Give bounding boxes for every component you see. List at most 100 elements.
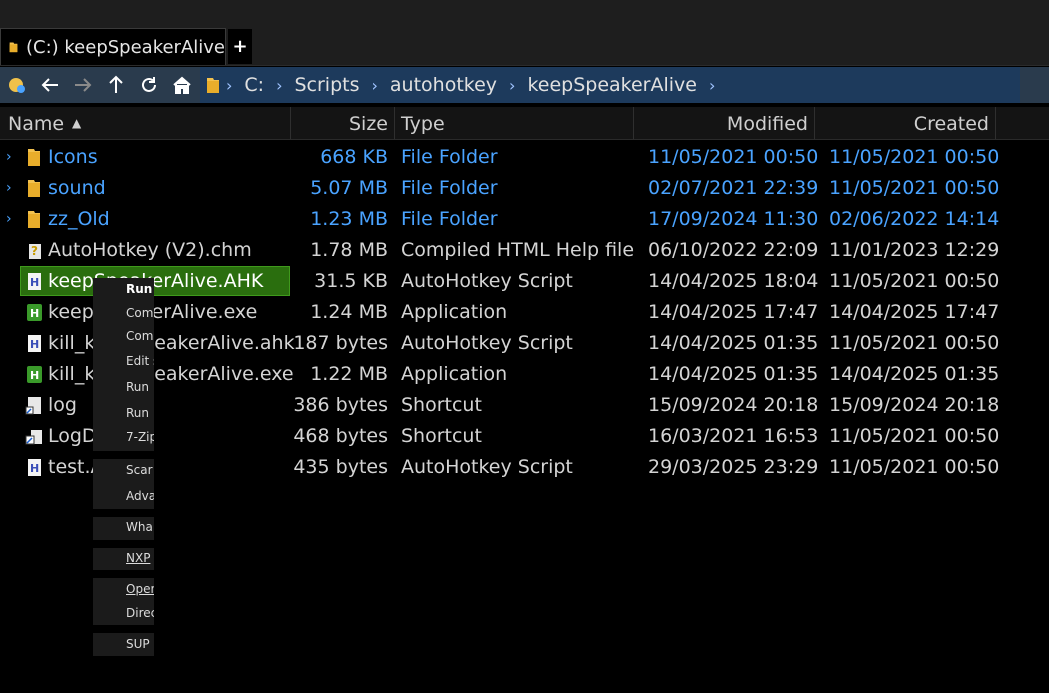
file-created: 11/01/2023 12:29	[829, 239, 1000, 261]
column-modified-header[interactable]: Modified	[634, 107, 815, 139]
file-size: 668 KB	[320, 146, 388, 168]
new-tab-button[interactable]: +	[228, 29, 252, 64]
chevron-right-icon[interactable]: ›	[276, 76, 282, 95]
file-type: AutoHotkey Script	[401, 332, 573, 354]
forward-arrow-icon[interactable]	[66, 67, 99, 103]
column-type-label: Type	[401, 113, 445, 135]
list-item[interactable]: ? AutoHotkey (V2).chm 1.78 MB Compiled H…	[0, 235, 1049, 266]
list-item[interactable]: H test.A 435 bytes AutoHotkey Script 29/…	[0, 452, 1049, 483]
menu-item[interactable]: Com	[93, 325, 154, 347]
refresh-icon[interactable]	[132, 67, 165, 103]
list-item[interactable]: log 386 bytes Shortcut 15/09/2024 20:18 …	[0, 390, 1049, 421]
chevron-right-icon[interactable]: ›	[226, 76, 232, 95]
up-arrow-icon[interactable]	[99, 67, 132, 103]
menu-item-run[interactable]: Run	[93, 278, 154, 300]
menu-item-7zip[interactable]: 7-Zip	[93, 426, 154, 448]
file-type: Application	[401, 301, 508, 323]
column-header: Name ▲ Size Type Modified Created	[0, 107, 1049, 140]
column-type-header[interactable]: Type	[395, 107, 634, 139]
chevron-right-icon[interactable]: ›	[509, 76, 515, 95]
file-modified: 11/05/2021 00:50	[648, 146, 819, 168]
file-created: 02/06/2022 14:14	[829, 208, 1000, 230]
svg-text:H: H	[30, 462, 39, 475]
file-modified: 14/04/2025 18:04	[648, 270, 819, 292]
column-modified-label: Modified	[726, 113, 808, 135]
menu-item[interactable]: Com	[93, 302, 154, 324]
file-size: 1.22 MB	[310, 363, 388, 385]
ahk-exe-icon: H	[27, 366, 42, 383]
chevron-right-icon[interactable]: ›	[6, 142, 20, 173]
breadcrumb-autohotkey[interactable]: autohotkey	[390, 74, 497, 96]
file-created: 11/05/2021 00:50	[829, 332, 1000, 354]
file-size: 435 bytes	[293, 456, 388, 478]
menu-item-advanced[interactable]: Adva	[93, 485, 154, 507]
menu-item[interactable]: Run	[93, 402, 154, 424]
file-modified: 14/04/2025 01:35	[648, 363, 819, 385]
file-created: 14/04/2025 01:35	[829, 363, 1000, 385]
list-item[interactable]: H kill_keepSpeakerAlive.ahk 187 bytes Au…	[0, 328, 1049, 359]
menu-item-directory[interactable]: Direc	[93, 602, 154, 624]
menu-item-edit[interactable]: Edit s	[93, 350, 154, 372]
column-created-header[interactable]: Created	[815, 107, 996, 139]
list-item[interactable]: › zz_Old 1.23 MB File Folder 17/09/2024 …	[0, 204, 1049, 235]
chevron-right-icon[interactable]: ›	[6, 204, 20, 235]
file-name: sound	[48, 177, 106, 199]
breadcrumb-scripts[interactable]: Scripts	[294, 74, 359, 96]
file-size: 1.78 MB	[310, 239, 388, 261]
list-item[interactable]: › Icons 668 KB File Folder 11/05/2021 00…	[0, 142, 1049, 173]
file-type: File Folder	[401, 177, 498, 199]
file-size: 187 bytes	[293, 332, 388, 354]
file-name: kill_keepSpeakerAlive.exe	[48, 363, 294, 385]
file-created: 14/04/2025 17:47	[829, 301, 1000, 323]
file-type: Shortcut	[401, 394, 482, 416]
file-type: AutoHotkey Script	[401, 270, 573, 292]
file-size: 468 bytes	[293, 425, 388, 447]
menu-item[interactable]: Run	[93, 376, 154, 398]
file-type: Compiled HTML Help file	[401, 239, 635, 261]
svg-text:H: H	[30, 369, 39, 382]
file-created: 11/05/2021 00:50	[829, 425, 1000, 447]
file-name: log	[48, 394, 77, 416]
context-menu: Run Com Com Edit s Run Run 7-Zip Scar Ad…	[93, 278, 154, 656]
menu-item-open[interactable]: Oper	[93, 578, 154, 600]
folder-icon	[28, 149, 40, 166]
list-item-selected[interactable]: H keepSpeakerAlive.AHK 31.5 KB AutoHotke…	[0, 266, 1049, 297]
chevron-right-icon[interactable]: ›	[372, 76, 378, 95]
menu-item-sup[interactable]: SUP	[93, 633, 154, 655]
file-modified: 02/07/2021 22:39	[648, 177, 819, 199]
quick-access-icon[interactable]	[0, 67, 33, 103]
svg-text:H: H	[30, 307, 39, 320]
column-size-header[interactable]: Size	[291, 107, 395, 139]
ahk-script-icon: H	[28, 459, 41, 476]
list-item[interactable]: › sound 5.07 MB File Folder 02/07/2021 2…	[0, 173, 1049, 204]
file-size: 5.07 MB	[310, 177, 388, 199]
tab-bar: (C:) keepSpeakerAlive +	[0, 25, 1049, 66]
column-name-header[interactable]: Name ▲	[0, 107, 291, 139]
folder-icon	[207, 78, 219, 93]
column-size-label: Size	[348, 113, 388, 135]
chevron-right-icon[interactable]: ›	[709, 76, 715, 95]
tab-keepspeakeralive[interactable]: (C:) keepSpeakerAlive	[0, 28, 226, 65]
home-icon[interactable]	[165, 67, 198, 103]
back-arrow-icon[interactable]	[33, 67, 66, 103]
file-name: LogD	[48, 425, 97, 447]
sort-ascending-icon: ▲	[72, 116, 82, 130]
file-modified: 29/03/2025 23:29	[648, 456, 819, 478]
list-item[interactable]: H kill_keepSpeakerAlive.exe 1.22 MB Appl…	[0, 359, 1049, 390]
breadcrumb-keepspeakeralive[interactable]: keepSpeakerAlive	[527, 74, 697, 96]
folder-icon	[9, 42, 18, 53]
chevron-right-icon[interactable]: ›	[6, 173, 20, 204]
file-modified: 16/03/2021 16:53	[648, 425, 819, 447]
menu-item[interactable]: Wha	[93, 516, 154, 538]
shortcut-icon	[25, 397, 41, 415]
list-item[interactable]: H keepSpeakerAlive.exe 1.24 MB Applicati…	[0, 297, 1049, 328]
file-created: 15/09/2024 20:18	[829, 394, 1000, 416]
file-created: 11/05/2021 00:50	[829, 177, 1000, 199]
folder-icon	[28, 180, 40, 197]
menu-item-scan[interactable]: Scar	[93, 459, 154, 481]
address-bar[interactable]: › C: › Scripts › autohotkey › keepSpeake…	[200, 67, 1020, 103]
list-item[interactable]: LogD 468 bytes Shortcut 16/03/2021 16:53…	[0, 421, 1049, 452]
menu-item-nxp[interactable]: NXP	[93, 547, 154, 569]
file-type: AutoHotkey Script	[401, 456, 573, 478]
breadcrumb-drive[interactable]: C:	[244, 74, 264, 96]
